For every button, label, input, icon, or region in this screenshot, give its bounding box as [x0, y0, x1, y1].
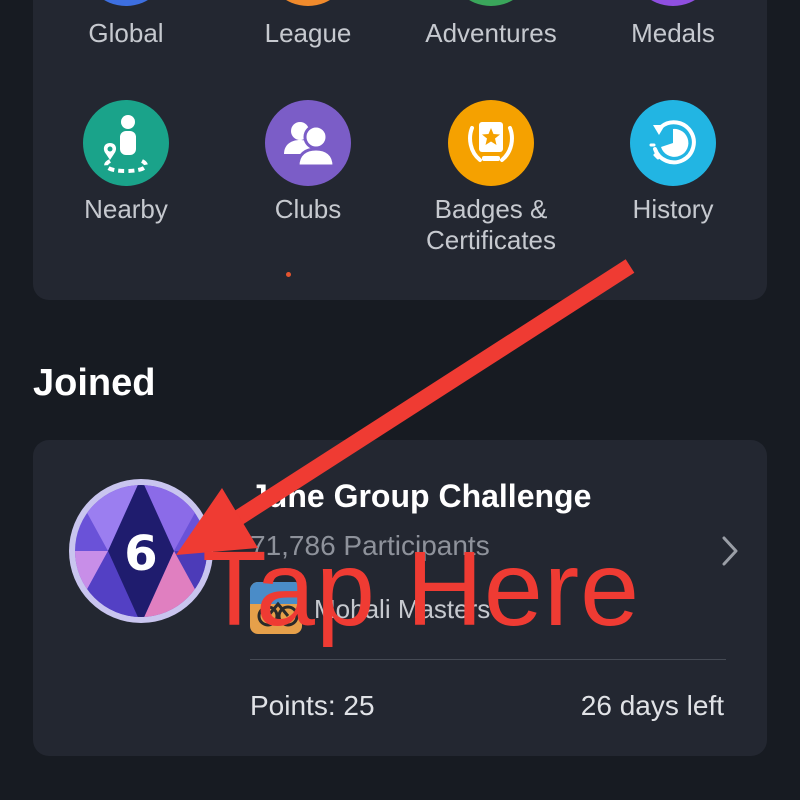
badge-certificate-icon[interactable]	[448, 100, 534, 186]
tile-clubs[interactable]: Clubs	[218, 100, 398, 225]
tile-label-history: History	[632, 194, 714, 224]
league-label[interactable]: League	[218, 18, 398, 49]
tile-label-badges-1: Badges &	[434, 194, 548, 224]
points-value: Points: 25	[250, 690, 375, 721]
days-left: 26 days left	[580, 690, 724, 721]
tile-label-clubs: Clubs	[274, 194, 342, 224]
tile-history[interactable]: History	[583, 100, 763, 225]
tile-label-nearby: Nearby	[84, 194, 168, 224]
adventures-label[interactable]: Adventures	[401, 18, 581, 49]
tile-badges-certificates[interactable]: Badges & Certificates	[401, 100, 581, 256]
clubs-people-icon[interactable]	[265, 100, 351, 186]
card-divider	[250, 659, 726, 660]
tile-nearby[interactable]: Nearby	[36, 100, 216, 225]
tile-label-badges-2: Certificates	[425, 225, 557, 255]
challenge-name[interactable]: June Group Challenge	[250, 478, 591, 515]
joined-section-title: Joined	[33, 362, 156, 404]
tap-here-annotation: Tap Here	[202, 530, 641, 648]
challenge-badge-icon[interactable]: 6	[68, 478, 214, 624]
global-label[interactable]: Global	[36, 18, 216, 49]
page-indicator-dot	[286, 272, 291, 277]
medals-label[interactable]: Medals	[583, 18, 763, 49]
history-clock-icon[interactable]	[630, 100, 716, 186]
nearby-person-pin-icon[interactable]	[83, 100, 169, 186]
badge-number: 6	[124, 526, 157, 582]
chevron-right-icon[interactable]	[716, 534, 746, 568]
